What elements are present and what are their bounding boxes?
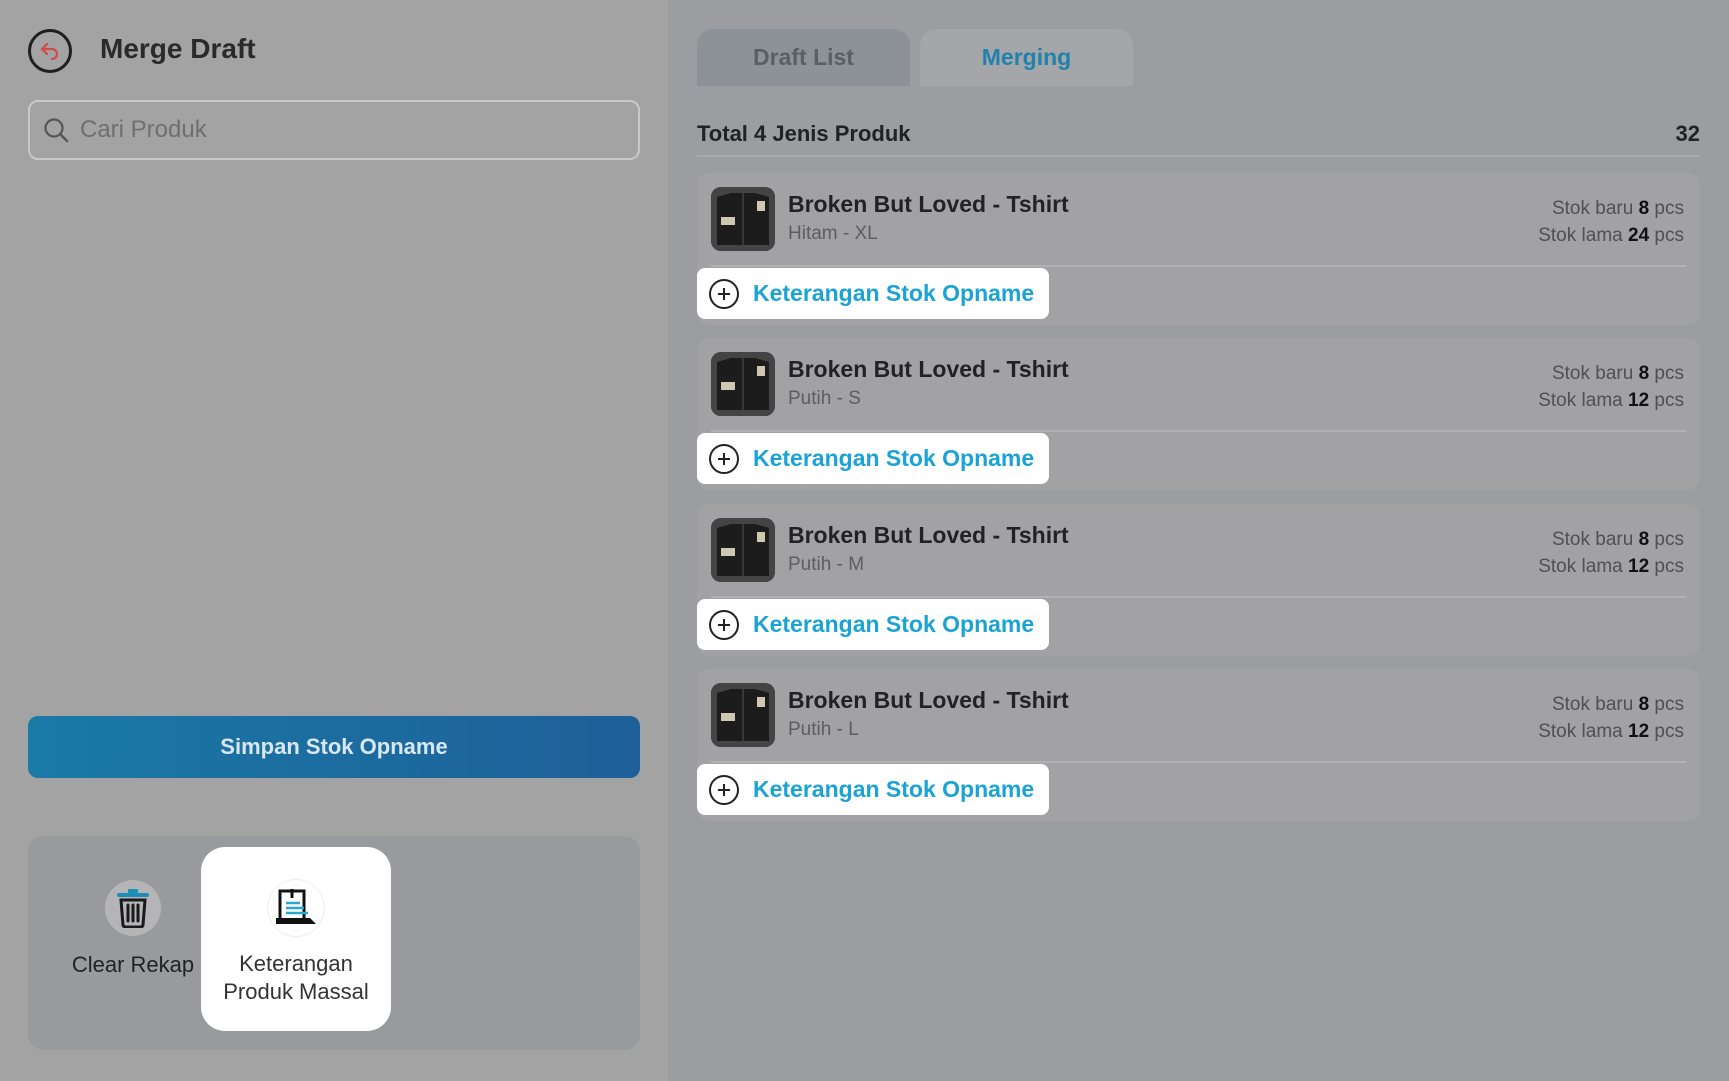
plus-circle-icon: [709, 443, 739, 474]
stock-old-value: 12: [1628, 556, 1650, 577]
page-title: Merge Draft: [100, 33, 256, 64]
product-name: Broken But Loved - Tshirt: [788, 191, 1069, 217]
product-thumbnail: [711, 187, 775, 251]
divider: [711, 596, 1686, 598]
tab-merging[interactable]: Merging: [920, 29, 1133, 86]
right-panel: Draft List Merging Total 4 Jenis Produk …: [668, 0, 1729, 1081]
back-arrow-icon: [40, 42, 59, 60]
search-box[interactable]: [28, 100, 640, 160]
stock-info: Stok baru 8 pcs Stok lama 24 pcs: [1538, 198, 1684, 246]
product-name: Broken But Loved - Tshirt: [788, 522, 1069, 548]
divider: [711, 430, 1686, 432]
note-label: Keterangan Stok Opname: [753, 280, 1035, 306]
note-label: Keterangan Stok Opname: [753, 776, 1035, 802]
product-variant: Putih - L: [788, 719, 859, 740]
stock-old-value: 12: [1628, 390, 1650, 411]
clear-rekap-label: Clear Rekap: [71, 952, 195, 977]
mass-product-note-button[interactable]: Keterangan Produk Massal: [201, 847, 391, 1031]
product-summary: Total 4 Jenis Produk 32: [697, 113, 1700, 157]
product-name: Broken But Loved - Tshirt: [788, 687, 1069, 713]
clear-rekap-button[interactable]: Clear Rekap: [68, 880, 198, 978]
product-card: Broken But Loved - Tshirt Putih - M Stok…: [697, 504, 1700, 656]
product-variant: Putih - S: [788, 388, 861, 409]
product-card: Broken But Loved - Tshirt Putih - S Stok…: [697, 338, 1700, 490]
divider: [711, 761, 1686, 763]
stock-opname-note-button[interactable]: Keterangan Stok Opname: [697, 599, 1049, 650]
plus-circle-icon: [709, 774, 739, 805]
stock-new-value: 8: [1638, 198, 1650, 219]
plus-circle-icon: [709, 609, 739, 640]
note-label: Keterangan Stok Opname: [753, 611, 1035, 637]
save-stock-opname-button[interactable]: Simpan Stok Opname: [28, 716, 640, 778]
stock-opname-note-button[interactable]: Keterangan Stok Opname: [697, 268, 1049, 319]
stock-old-value: 12: [1628, 721, 1650, 742]
clipboard-list-icon: [268, 880, 324, 936]
product-variant: Hitam - XL: [788, 223, 878, 244]
stock-new-value: 8: [1638, 529, 1650, 550]
product-card: Broken But Loved - Tshirt Hitam - XL Sto…: [697, 173, 1700, 325]
stock-old-value: 24: [1628, 225, 1650, 246]
summary-count: 32: [1675, 121, 1700, 146]
search-input[interactable]: [80, 116, 620, 144]
product-thumbnail: [711, 683, 775, 747]
back-button[interactable]: [28, 29, 72, 73]
left-panel: Merge Draft Simpan Stok Opname Clear Rek…: [0, 0, 668, 1081]
tools-panel: Clear Rekap Keterangan Produk Massal: [28, 836, 640, 1050]
product-thumbnail: [711, 352, 775, 416]
search-icon: [44, 118, 69, 143]
trash-icon: [105, 880, 161, 936]
product-thumbnail: [711, 518, 775, 582]
mass-product-note-label: Keterangan Produk Massal: [223, 951, 369, 1004]
stock-opname-note-button[interactable]: Keterangan Stok Opname: [697, 764, 1049, 815]
summary-label: Total 4 Jenis Produk: [697, 121, 911, 146]
product-name: Broken But Loved - Tshirt: [788, 356, 1069, 382]
stock-new-value: 8: [1638, 694, 1650, 715]
plus-circle-icon: [709, 278, 739, 309]
stock-info: Stok baru 8 pcs Stok lama 12 pcs: [1538, 694, 1684, 742]
tab-draft-list[interactable]: Draft List: [697, 29, 910, 86]
product-variant: Putih - M: [788, 554, 865, 575]
product-card: Broken But Loved - Tshirt Putih - L Stok…: [697, 669, 1700, 821]
stock-opname-note-button[interactable]: Keterangan Stok Opname: [697, 433, 1049, 484]
divider: [711, 265, 1686, 267]
stock-info: Stok baru 8 pcs Stok lama 12 pcs: [1538, 529, 1684, 577]
stock-new-value: 8: [1638, 363, 1650, 384]
stock-info: Stok baru 8 pcs Stok lama 12 pcs: [1538, 363, 1684, 411]
note-label: Keterangan Stok Opname: [753, 445, 1035, 471]
